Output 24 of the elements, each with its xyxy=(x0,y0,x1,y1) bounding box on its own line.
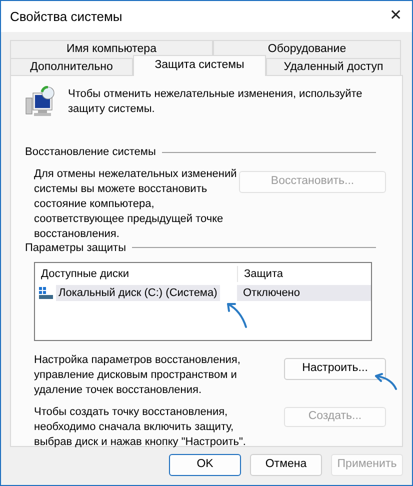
description-text: Чтобы создать точку восстановления, необходимо сначала включить защиту, выбрав диск и нажав кнопку "Настроить". xyxy=(34,405,247,450)
tab[interactable]: Защита системы xyxy=(133,55,266,76)
close-button[interactable]: ✕ xyxy=(380,5,412,28)
drive-name[interactable]: Локальный диск (C:) (Система) xyxy=(56,284,220,302)
configure-button[interactable]: Настроить... xyxy=(284,358,386,380)
description-text: Для отмены нежелательных изменений системы вы можете восстановить состояние компьютера, соответствующее предыдущей точке восстановления. xyxy=(34,166,238,242)
column-header[interactable]: Защита xyxy=(237,266,371,282)
ok-button[interactable]: OK xyxy=(169,454,241,476)
cancel-button[interactable]: Отмена xyxy=(250,454,322,476)
tab[interactable]: Имя компьютера xyxy=(10,40,213,58)
annotation-arrow xyxy=(225,301,249,329)
table-cell: Отключено xyxy=(237,284,371,302)
group-label: Восстановление системы xyxy=(25,145,156,160)
tab[interactable]: Оборудование xyxy=(213,40,401,58)
group-label: Параметры защиты xyxy=(25,240,126,256)
tab[interactable]: Удаленный доступ xyxy=(266,58,401,76)
window-title: Свойства системы xyxy=(10,8,122,26)
intro-text: Чтобы отменить нежелательные изменения, используйте защиту системы. xyxy=(68,87,364,117)
annotation-arrow xyxy=(373,373,399,391)
drive-icon xyxy=(39,287,53,299)
computer-icon xyxy=(25,86,55,118)
tab[interactable]: Дополнительно xyxy=(10,58,133,76)
column-header[interactable]: Доступные диски xyxy=(35,266,237,282)
description-text: Настройка параметров восстановления, управление дисковым пространством и удаление точек восстановления. xyxy=(34,353,242,398)
